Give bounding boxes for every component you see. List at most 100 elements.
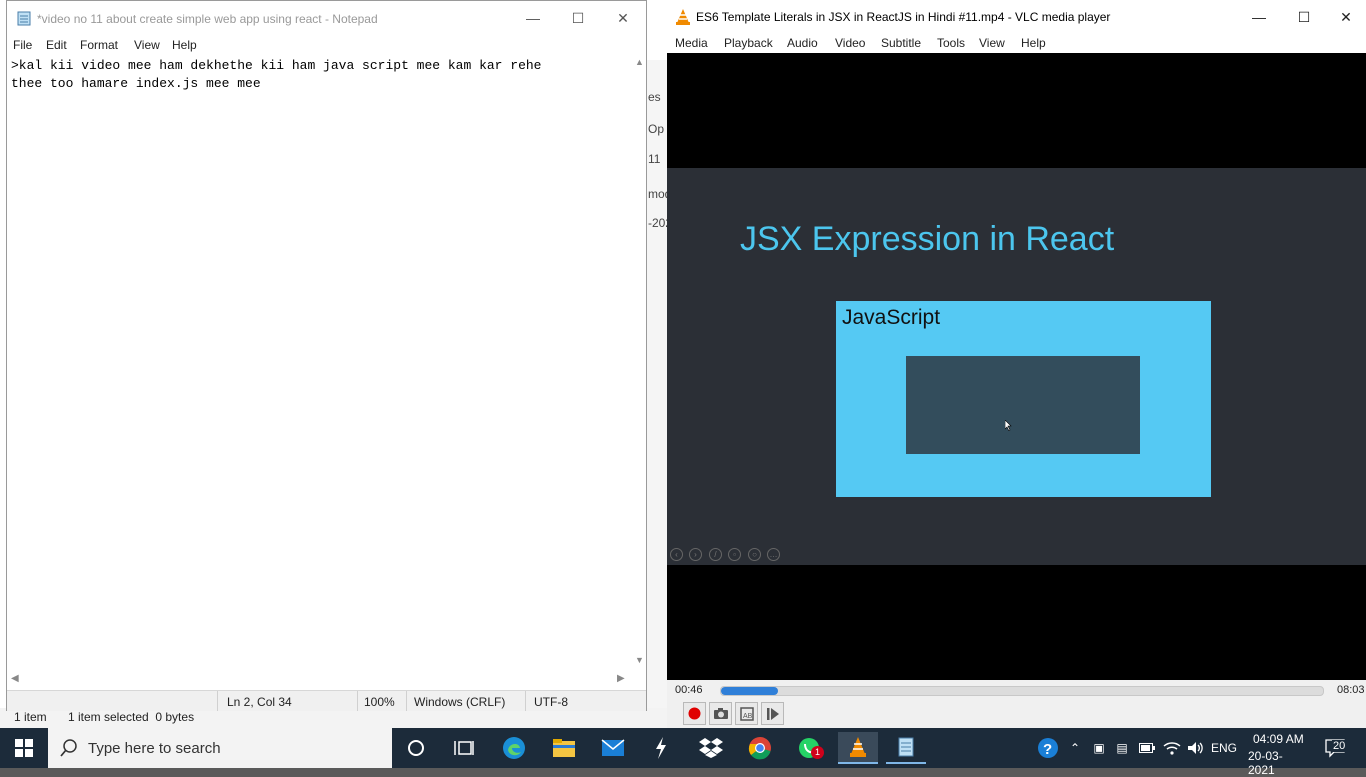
- slide-next-icon: ›: [689, 548, 702, 561]
- notepad-taskbar-button[interactable]: [886, 732, 926, 764]
- app-taskbar-button[interactable]: [641, 732, 681, 764]
- speaker-icon: [1188, 742, 1203, 754]
- chevron-up-icon: ⌃: [1069, 741, 1081, 755]
- mail-taskbar-button[interactable]: [593, 732, 633, 764]
- explorer-visible-strip: es Op 11 mod -202: [646, 60, 668, 710]
- whatsapp-taskbar-button[interactable]: 1: [789, 732, 829, 764]
- cursor-position: Ln 2, Col 34: [227, 695, 292, 709]
- seek-progress: [721, 687, 779, 695]
- vlc-menu-subtitle[interactable]: Subtitle: [881, 36, 921, 50]
- vlc-maximize-button[interactable]: ☐: [1281, 0, 1327, 34]
- frame-step-button[interactable]: [761, 702, 784, 725]
- explorer-selection-info: 1 item selected 0 bytes: [68, 710, 195, 724]
- camera-icon: [713, 708, 728, 719]
- slide-box-label: JavaScript: [842, 306, 941, 329]
- menu-format[interactable]: Format: [80, 38, 118, 52]
- vlc-menu-view[interactable]: View: [979, 36, 1005, 50]
- horizontal-scrollbar[interactable]: ◀ ▶: [7, 671, 632, 688]
- scroll-left-icon[interactable]: ◀: [11, 673, 19, 684]
- notepad-maximize-button[interactable]: ☐: [555, 1, 601, 35]
- display-icon: ▤: [1116, 741, 1128, 755]
- notepad-status-bar: Ln 2, Col 34 100% Windows (CRLF) UTF-8: [7, 690, 646, 711]
- notepad-minimize-button[interactable]: —: [510, 1, 556, 35]
- meet-now-tray-icon[interactable]: ▣: [1089, 728, 1109, 768]
- notepad-icon: [17, 11, 31, 26]
- explorer-fragment: mod: [648, 187, 668, 201]
- explorer-fragment: es: [648, 90, 661, 104]
- vlc-menu-help[interactable]: Help: [1021, 36, 1046, 50]
- dropbox-taskbar-button[interactable]: [691, 732, 731, 764]
- vlc-menu-media[interactable]: Media: [675, 36, 708, 50]
- encoding: UTF-8: [534, 695, 568, 709]
- task-view-button[interactable]: [444, 732, 484, 764]
- text-line: thee too hamare index.js mee mee: [11, 76, 261, 91]
- explorer-fragment: 11: [648, 152, 661, 166]
- scroll-right-icon[interactable]: ▶: [617, 673, 625, 684]
- clock-time: 04:09 AM: [1253, 732, 1304, 746]
- display-tray-icon[interactable]: ▤: [1112, 728, 1132, 768]
- video-slide: JSX Expression in React JavaScript ‹ › /…: [667, 168, 1366, 565]
- vlc-titlebar[interactable]: ES6 Template Literals in JSX in ReactJS …: [667, 0, 1366, 33]
- scroll-up-icon[interactable]: ▲: [635, 57, 644, 67]
- loop-ab-icon: AB: [739, 706, 754, 721]
- explorer-fragment: -202: [648, 216, 668, 230]
- video-display[interactable]: JSX Expression in React JavaScript ‹ › /…: [667, 53, 1366, 680]
- notepad-titlebar[interactable]: *video no 11 about create simple web app…: [7, 1, 646, 35]
- notification-center-button[interactable]: 20: [1318, 728, 1352, 768]
- loop-ab-button[interactable]: AB: [735, 702, 758, 725]
- menu-help[interactable]: Help: [172, 38, 197, 52]
- vlc-menu-audio[interactable]: Audio: [787, 36, 818, 50]
- chrome-taskbar-button[interactable]: [740, 732, 780, 764]
- time-elapsed: 00:46: [675, 684, 703, 696]
- clock[interactable]: 04:09 AM 20-03-2021: [1244, 728, 1304, 777]
- notepad-title: *video no 11 about create simple web app…: [37, 12, 378, 26]
- vlc-taskbar-button[interactable]: [838, 732, 878, 764]
- lightning-app-icon: [656, 737, 666, 759]
- vertical-scrollbar[interactable]: ▲ ▼: [632, 55, 646, 671]
- whatsapp-badge: 1: [811, 746, 824, 759]
- wifi-tray-icon[interactable]: [1161, 728, 1183, 768]
- notepad-close-button[interactable]: ✕: [600, 1, 646, 35]
- vlc-menu-playback[interactable]: Playback: [724, 36, 773, 50]
- notification-count: 20: [1332, 740, 1347, 752]
- record-icon: [688, 707, 701, 720]
- snapshot-button[interactable]: [709, 702, 732, 725]
- vlc-title: ES6 Template Literals in JSX in ReactJS …: [696, 10, 1111, 24]
- menu-file[interactable]: File: [13, 38, 32, 52]
- time-total: 08:03: [1337, 684, 1365, 696]
- battery-tray-icon[interactable]: [1137, 728, 1157, 768]
- record-button[interactable]: [683, 702, 706, 725]
- show-hidden-icons-button[interactable]: ⌃: [1066, 728, 1084, 768]
- vlc-close-button[interactable]: ✕: [1326, 0, 1366, 34]
- menu-edit[interactable]: Edit: [46, 38, 67, 52]
- seek-slider[interactable]: [720, 686, 1324, 696]
- start-button[interactable]: [0, 728, 48, 768]
- edge-taskbar-button[interactable]: [494, 732, 534, 764]
- wifi-icon: [1163, 742, 1181, 755]
- vlc-minimize-button[interactable]: —: [1236, 0, 1282, 34]
- notepad-text-area[interactable]: >kal kii video mee ham dekhethe kii ham …: [11, 57, 631, 669]
- volume-tray-icon[interactable]: [1185, 728, 1207, 768]
- seek-bar-row: 00:46 08:03: [667, 680, 1366, 700]
- task-view-icon: [454, 741, 474, 755]
- slide-grid-icon: ▫: [728, 548, 741, 561]
- battery-icon: [1139, 743, 1155, 753]
- help-tray-button[interactable]: ?: [1034, 728, 1062, 768]
- file-explorer-taskbar-button[interactable]: [544, 732, 584, 764]
- svg-text:?: ?: [1043, 741, 1052, 758]
- menu-view[interactable]: View: [134, 38, 160, 52]
- vlc-cone-icon: [676, 9, 690, 25]
- vlc-menu-video[interactable]: Video: [835, 36, 865, 50]
- notepad-menubar: File Edit Format View Help: [7, 35, 646, 55]
- line-ending: Windows (CRLF): [414, 695, 506, 709]
- scroll-down-icon[interactable]: ▼: [635, 655, 644, 665]
- clock-date: 20-03-2021: [1248, 749, 1283, 777]
- taskbar-search-box[interactable]: Type here to search: [48, 728, 392, 768]
- input-language-indicator[interactable]: ENG: [1208, 728, 1240, 768]
- slide-prev-icon: ‹: [670, 548, 683, 561]
- cortana-button[interactable]: [396, 732, 436, 764]
- search-icon: [60, 739, 77, 757]
- vlc-menu-tools[interactable]: Tools: [937, 36, 965, 50]
- mail-icon: [601, 739, 625, 756]
- vlc-cone-icon: [850, 737, 866, 757]
